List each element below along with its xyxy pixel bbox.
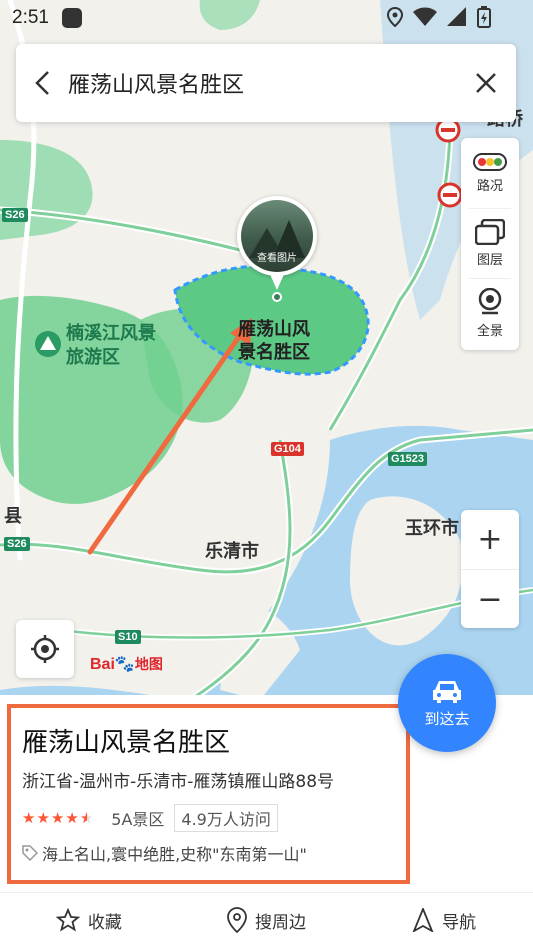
- layers-button[interactable]: 图层: [469, 208, 511, 278]
- close-icon: [476, 73, 496, 93]
- status-bar: 2:51: [0, 0, 533, 36]
- road-badge-s10: S10: [115, 630, 141, 644]
- road-badge-g104: G104: [271, 442, 304, 456]
- tags-row: 海上名山,寰中绝胜,史称"东南第一山": [22, 841, 307, 865]
- map-label-yueqing[interactable]: 乐清市: [205, 537, 259, 563]
- star-icon: ★: [65, 809, 79, 827]
- panorama-label: 全景: [476, 324, 503, 339]
- road-badge-g1523: G1523: [388, 452, 428, 466]
- minus-icon: −: [477, 581, 503, 617]
- traffic-label: 路况: [476, 178, 503, 194]
- layers-icon: [475, 219, 505, 245]
- navigation-arrow-icon: [412, 908, 434, 932]
- map-label-county[interactable]: 县: [4, 502, 22, 528]
- locate-button[interactable]: [16, 620, 74, 678]
- rating-stars: ★ ★ ★ ★ ★: [22, 809, 93, 827]
- traffic-light-icon: [473, 152, 507, 171]
- navigate-button[interactable]: 导航: [355, 893, 533, 947]
- traffic-button[interactable]: 路况: [461, 138, 519, 208]
- star-icon: ★: [50, 809, 65, 827]
- crosshair-icon: [31, 635, 59, 663]
- app-notification-icon: [62, 8, 82, 28]
- panorama-icon: [478, 288, 502, 315]
- pin-dot: [272, 292, 282, 302]
- baidu-logo-text2: 地图: [134, 656, 163, 672]
- battery-icon: [477, 6, 491, 28]
- place-address[interactable]: 浙江省-温州市-乐清市-雁荡镇雁山路88号: [22, 767, 334, 792]
- half-star-icon: ★: [79, 809, 94, 827]
- pin-pointer: [269, 272, 285, 290]
- place-tags: 海上名山,寰中绝胜,史称"东南第一山": [42, 845, 307, 864]
- star-icon: ★: [36, 809, 50, 827]
- search-input[interactable]: 雁荡山风景名胜区: [68, 67, 456, 99]
- search-bar: 雁荡山风景名胜区: [16, 44, 516, 122]
- baidu-map-logo: Bai🐾地图: [90, 654, 163, 674]
- map-label-nanxijiang[interactable]: 楠溪江风景 旅游区: [66, 322, 156, 370]
- chevron-left-icon: [35, 71, 49, 95]
- zoom-in-button[interactable]: +: [461, 510, 519, 569]
- favorite-button[interactable]: 收藏: [0, 893, 178, 947]
- photo-thumbnail[interactable]: 查看图片: [237, 196, 317, 276]
- road-badge-s26-south: S26: [4, 537, 30, 551]
- photo-pin[interactable]: 查看图片: [237, 196, 317, 306]
- zoom-controls: + −: [461, 510, 519, 628]
- back-button[interactable]: [16, 44, 68, 122]
- map-label-yandang[interactable]: 雁荡山风 景名胜区: [238, 318, 310, 364]
- clear-button[interactable]: [456, 44, 516, 122]
- panorama-button[interactable]: 全景: [469, 278, 511, 348]
- rating-row: ★ ★ ★ ★ ★ 5A景区 4.9万人访问: [22, 804, 278, 832]
- tag-icon: [22, 845, 38, 861]
- zoom-out-button[interactable]: −: [461, 569, 519, 628]
- layers-label: 图层: [476, 253, 503, 268]
- bottom-action-bar: 收藏 搜周边 导航: [0, 892, 533, 947]
- scenic-grade: 5A景区: [111, 810, 165, 829]
- wifi-icon: [413, 7, 437, 26]
- car-icon: [433, 680, 461, 703]
- favorite-label: 收藏: [87, 912, 122, 933]
- nearby-search-button[interactable]: 搜周边: [178, 893, 356, 947]
- visit-count-badge: 4.9万人访问: [174, 804, 278, 832]
- plus-icon: +: [477, 522, 503, 557]
- mountain-photo-icon: 查看图片: [241, 200, 313, 272]
- place-name[interactable]: 雁荡山风景名胜区: [22, 722, 230, 759]
- baidu-logo-text: Bai: [90, 656, 115, 673]
- paw-icon: 🐾: [114, 656, 135, 673]
- status-time: 2:51: [12, 7, 49, 28]
- star-outline-icon: [55, 908, 80, 932]
- location-pin-icon: [227, 907, 247, 933]
- photo-label: 查看图片: [257, 253, 297, 264]
- map-tool-panel: 路况 图层 全景: [461, 138, 519, 350]
- navigate-label: 导航: [442, 912, 477, 933]
- location-icon: [387, 7, 403, 27]
- signal-icon: [447, 7, 466, 26]
- star-icon: ★: [22, 809, 36, 827]
- nearby-label: 搜周边: [255, 912, 306, 933]
- go-here-button[interactable]: 到这去: [398, 654, 496, 752]
- road-badge-s26-north: S26: [2, 208, 28, 222]
- map-label-yuhuan[interactable]: 玉环市: [405, 514, 459, 540]
- go-here-label: 到这去: [424, 709, 470, 728]
